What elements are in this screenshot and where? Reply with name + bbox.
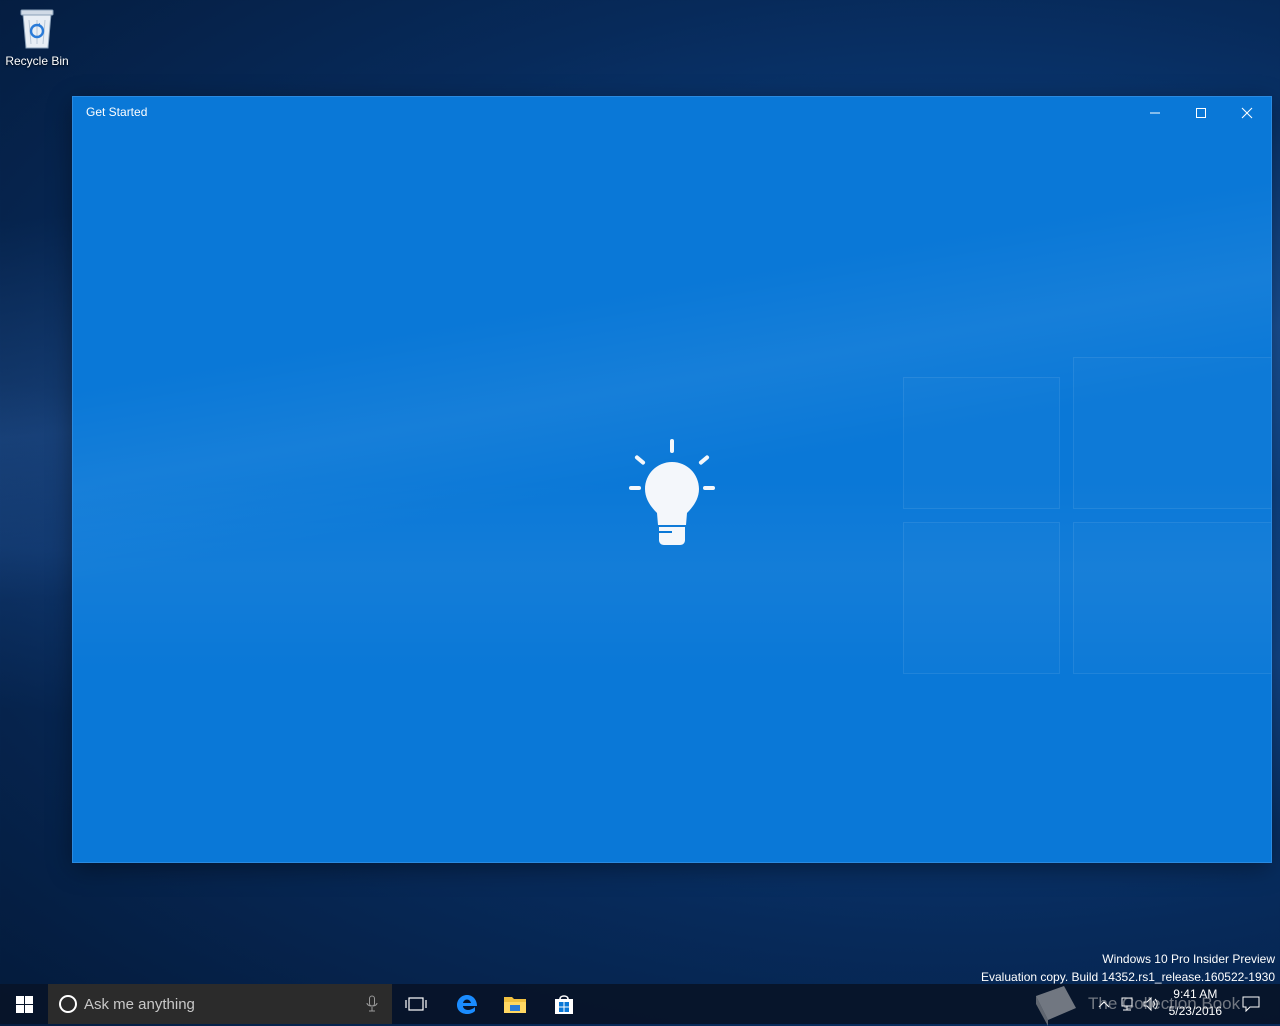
start-button[interactable] <box>0 984 48 1024</box>
logo-reflection-pane <box>903 377 1060 509</box>
chevron-up-icon <box>1098 1001 1110 1008</box>
file-explorer-button[interactable] <box>491 984 539 1024</box>
action-center-icon <box>1242 996 1260 1012</box>
network-icon <box>1121 997 1133 1011</box>
cortana-search-box[interactable]: Ask me anything <box>48 984 392 1024</box>
maximize-icon <box>1196 108 1206 118</box>
maximize-button[interactable] <box>1178 97 1224 129</box>
task-view-icon <box>405 997 427 1011</box>
cortana-icon <box>59 995 77 1013</box>
recycle-bin-label: Recycle Bin <box>5 54 69 68</box>
show-hidden-icons-button[interactable] <box>1094 984 1114 1024</box>
close-button[interactable] <box>1224 97 1270 129</box>
logo-reflection-pane <box>903 522 1060 674</box>
clock-date: 5/23/2016 <box>1168 1004 1222 1018</box>
edge-button[interactable] <box>443 984 491 1024</box>
task-view-button[interactable] <box>392 984 440 1024</box>
get-started-window[interactable]: Get Started <box>73 97 1271 862</box>
desktop-icon-recycle-bin[interactable]: Recycle Bin <box>4 6 70 68</box>
recycle-bin-icon <box>20 9 54 49</box>
close-icon <box>1241 107 1253 119</box>
window-title: Get Started <box>86 105 148 119</box>
title-bar[interactable]: Get Started <box>73 97 1271 129</box>
minimize-icon <box>1150 112 1160 114</box>
store-button[interactable] <box>540 984 588 1024</box>
edge-icon <box>457 995 477 1014</box>
taskbar: Ask me anything 9:41 AM 5/23/2016 <box>0 984 1280 1024</box>
store-icon <box>555 995 573 1014</box>
minimize-button[interactable] <box>1132 97 1178 129</box>
watermark-edition: Windows 10 Pro Insider Preview <box>1102 952 1275 966</box>
volume-icon <box>1143 996 1158 1012</box>
windows-logo-icon <box>15 995 33 1013</box>
build-watermark: Windows 10 Pro Insider Preview Evaluatio… <box>981 950 1275 986</box>
lightbulb-icon <box>626 437 718 554</box>
logo-reflection-pane <box>1073 522 1271 674</box>
microphone-icon[interactable] <box>366 995 378 1013</box>
clock-time: 9:41 AM <box>1173 987 1218 1001</box>
logo-reflection-pane <box>1073 357 1271 509</box>
network-button[interactable] <box>1116 984 1138 1024</box>
volume-button[interactable] <box>1140 984 1162 1024</box>
search-placeholder: Ask me anything <box>84 995 195 1013</box>
clock[interactable]: 9:41 AM 5/23/2016 <box>1169 986 1222 1020</box>
file-explorer-icon <box>504 997 526 1013</box>
action-center-button[interactable] <box>1238 984 1264 1024</box>
